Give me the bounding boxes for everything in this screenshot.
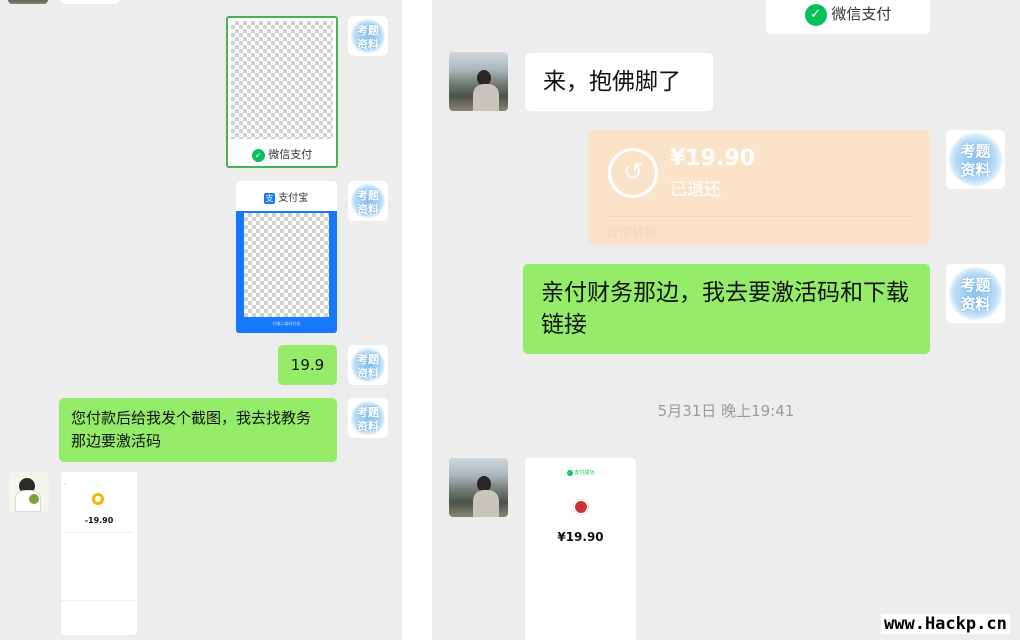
payment-screenshot[interactable]: ✓ 支付成功 ¥19.90 xyxy=(525,458,636,640)
qr-code-image xyxy=(231,21,333,139)
avatar-logo-line1: 考题 xyxy=(960,276,991,294)
receipt-screenshot[interactable]: ‹ ● -19.90 xyxy=(61,472,137,635)
alipay-title-text: 支付宝 xyxy=(278,193,309,204)
contact-avatar[interactable] xyxy=(449,52,508,111)
amount-message-bubble[interactable]: 19.9 xyxy=(278,345,337,385)
self-avatar[interactable]: 考题 资料 xyxy=(946,264,1005,323)
alipay-qr-code-image xyxy=(244,213,329,317)
transfer-divider xyxy=(606,216,912,217)
wechat-pay-label: ✓ 微信支付 xyxy=(228,146,336,162)
wechat-qr-card[interactable]: ✓ 微信支付 xyxy=(226,16,338,168)
transfer-status: 已退还 xyxy=(670,180,721,200)
contact-avatar[interactable] xyxy=(449,458,508,517)
transfer-card[interactable]: ↺ ¥19.90 已退还 微信转账 xyxy=(588,130,930,245)
wechat-pay-card-partial[interactable]: ✓ 微信支付 xyxy=(766,0,930,34)
receipt-amount: -19.90 xyxy=(84,516,114,525)
avatar-logo-line2: 资料 xyxy=(357,38,379,51)
receipt-divider xyxy=(65,532,133,533)
payment-top-label: ✓ 支付成功 xyxy=(525,469,636,476)
request-message-bubble[interactable]: 您付款后给我发个截图，我去找教务那边要激活码 xyxy=(59,398,337,462)
avatar-logo-line2: 资料 xyxy=(960,295,991,313)
refund-icon: ↺ xyxy=(608,148,658,198)
self-avatar[interactable]: 考题 资料 xyxy=(946,130,1005,189)
avatar-logo-line2: 资料 xyxy=(357,420,379,433)
self-avatar[interactable]: 考题 资料 xyxy=(348,16,388,56)
receipt-merchant-icon: ● xyxy=(92,493,104,505)
receipt-back-icon: ‹ xyxy=(64,481,66,486)
transfer-amount: ¥19.90 xyxy=(670,146,755,171)
avatar-figure-body xyxy=(473,490,499,517)
avatar-logo-line2: 资料 xyxy=(960,161,991,179)
wechat-pay-icon: ✓ xyxy=(251,148,265,162)
payment-check-icon: ✓ xyxy=(566,469,573,476)
alipay-header: 支 支付宝 xyxy=(236,181,337,211)
avatar-logo-line2: 资料 xyxy=(357,367,379,380)
alipay-qr-card[interactable]: 支 支付宝 扫描二维码付款 xyxy=(236,181,337,333)
receipt-divider xyxy=(61,600,137,601)
chat-panel-right: ✓ 微信支付 来，抱佛脚了 ↺ ¥19.90 已退还 微信转账 考题 资料 亲付… xyxy=(432,0,1020,640)
payment-top-label-text: 支付成功 xyxy=(574,470,595,476)
wechat-pay-icon: ✓ xyxy=(804,3,827,26)
payee-avatar xyxy=(574,500,588,514)
payment-amount: ¥19.90 xyxy=(557,530,604,544)
avatar-figure-item xyxy=(29,494,39,504)
receipt-row xyxy=(65,590,135,596)
receipt-rows xyxy=(65,536,135,596)
message-bubble[interactable]: 来，抱佛脚了 xyxy=(525,53,713,111)
wechat-pay-text: 微信支付 xyxy=(831,5,892,23)
chat-timestamp: 5月31日 晚上19:41 xyxy=(657,402,795,420)
transfer-footer: 微信转账 xyxy=(606,226,659,241)
alipay-caption: 扫描二维码付款 xyxy=(272,321,301,326)
self-avatar[interactable]: 考题 资料 xyxy=(348,345,388,385)
wechat-pay-text: 微信支付 xyxy=(268,148,313,161)
avatar-logo-line1: 考题 xyxy=(960,142,991,160)
avatar-logo-line2: 资料 xyxy=(357,203,379,216)
watermark-text: www.Hackp.cn xyxy=(881,614,1010,634)
contact-avatar-partial[interactable] xyxy=(8,0,48,4)
self-avatar[interactable]: 考题 资料 xyxy=(348,181,388,221)
message-bubble[interactable]: 亲付财务那边，我去要激活码和下载链接 xyxy=(523,264,930,354)
contact-avatar[interactable] xyxy=(9,472,49,512)
alipay-icon: 支 xyxy=(264,192,275,204)
message-bubble-partial[interactable] xyxy=(60,0,120,4)
self-avatar[interactable]: 考题 资料 xyxy=(348,398,388,438)
avatar-figure-body xyxy=(473,84,499,111)
alipay-title: 支 支付宝 xyxy=(264,189,308,204)
chat-panel-left: ✓ 微信支付 考题 资料 支 支付宝 扫描二维码付款 考题 资料 19.9 考题… xyxy=(0,0,402,640)
